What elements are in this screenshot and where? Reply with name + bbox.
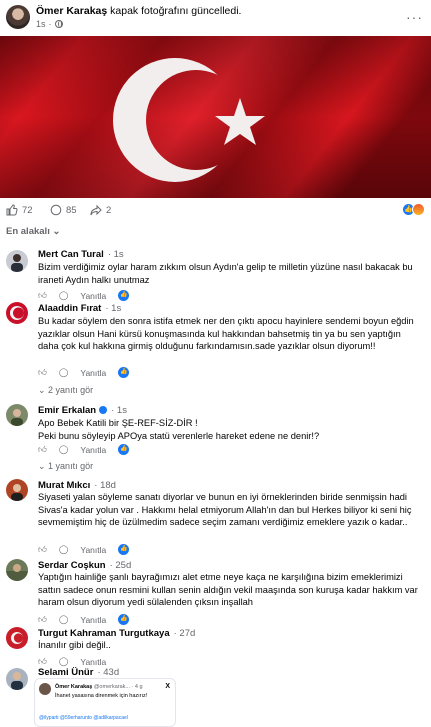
angry-reaction-icon — [412, 203, 425, 216]
like-icon[interactable]: 👍︎ — [38, 614, 47, 625]
post-time[interactable]: 1s — [36, 19, 46, 29]
author-avatar[interactable] — [6, 5, 30, 29]
like-icon[interactable]: 👍︎ — [38, 290, 47, 301]
like-count[interactable]: 72 — [6, 204, 33, 216]
comment-image-attachment[interactable]: Ömer Karakaş @omerkarak... · 4 g X İhane… — [34, 678, 176, 727]
commenter-avatar[interactable] — [6, 627, 28, 649]
comment-actions: 👍︎ ◯ Yanıtla 👍 — [38, 614, 130, 625]
commenter-name[interactable]: Mert Can Tural · 1s — [38, 249, 124, 260]
x-logo-icon: X — [165, 683, 170, 690]
verified-badge-icon — [99, 406, 108, 414]
like-icon[interactable]: 👍︎ — [38, 444, 47, 455]
embed-avatar — [39, 683, 51, 695]
view-replies-link[interactable]: ⌄ 1 yanıtı gör — [38, 461, 93, 472]
commenter-name[interactable]: Turgut Kahraman Turgutkaya · 27d — [38, 628, 195, 639]
embed-text: İhanet yasasına direnmek için hazırız! — [55, 693, 148, 699]
commenter-name[interactable]: Serdar Coşkun · 25d — [38, 560, 131, 571]
comment-icon[interactable]: ◯ — [59, 444, 69, 455]
reply-button[interactable]: Yanıtla — [80, 545, 106, 555]
turkish-flag-image — [0, 36, 431, 198]
comment-icon[interactable]: ◯ — [59, 367, 69, 378]
like-count-value: 72 — [22, 204, 33, 216]
commenter-avatar[interactable] — [6, 302, 28, 324]
comment-text: Yaptığın hainliğe şanlı bayrağımızı alet… — [38, 572, 418, 607]
more-options-button[interactable]: ··· — [406, 9, 423, 25]
embed-author: Ömer Karakaş @omerkarak... · 4 g — [55, 684, 143, 690]
like-icon[interactable]: 👍︎ — [38, 367, 47, 378]
view-replies-link[interactable]: ⌄ 2 yanıtı gör — [38, 385, 93, 396]
comment-text: İnanılır gibi değil.. — [38, 640, 111, 650]
reaction-emojis[interactable]: 👍 — [402, 203, 425, 216]
comment-icon[interactable]: ◯ — [59, 614, 69, 625]
like-reaction-icon[interactable]: 👍 — [118, 614, 130, 625]
like-icon[interactable]: 👍︎ — [38, 544, 47, 555]
like-reaction-icon[interactable]: 👍 — [118, 544, 130, 555]
like-reaction-icon[interactable]: 👍 — [118, 444, 130, 455]
commenter-name[interactable]: Selami Ünür · 43d — [38, 667, 119, 678]
commenter-avatar[interactable] — [6, 479, 28, 501]
thumbs-up-icon — [6, 204, 18, 216]
commenter-name[interactable]: Emir Erkalan · 1s — [38, 405, 127, 416]
reply-button[interactable]: Yanıtla — [80, 445, 106, 455]
reply-button[interactable]: Yanıtla — [80, 615, 106, 625]
like-icon[interactable]: 👍︎ — [38, 656, 47, 667]
comment-sort-dropdown[interactable]: En alakalı ⌄ — [6, 226, 60, 237]
comment-actions: 👍︎ ◯ Yanıtla — [38, 656, 106, 667]
embed-tags: @ilyparti @59erharunto @adilkarpacael — [39, 715, 128, 721]
comment-count-value: 85 — [66, 204, 77, 216]
post-action-text: kapak fotoğrafını güncelledi. — [110, 5, 242, 17]
commenter-avatar[interactable] — [6, 668, 28, 690]
reply-button[interactable]: Yanıtla — [80, 368, 106, 378]
share-icon — [90, 204, 102, 216]
commenter-avatar[interactable] — [6, 250, 28, 272]
cover-photo[interactable] — [0, 36, 431, 198]
chevron-down-icon: ⌄ — [52, 226, 61, 237]
sort-label: En alakalı — [6, 226, 50, 237]
comment-icon — [50, 204, 62, 216]
reply-button[interactable]: Yanıtla — [80, 657, 106, 667]
like-reaction-icon[interactable]: 👍 — [118, 290, 130, 301]
comment-count[interactable]: 85 — [50, 204, 77, 216]
commenter-avatar[interactable] — [6, 404, 28, 426]
author-name[interactable]: Ömer Karakaş — [36, 5, 107, 17]
comment-icon[interactable]: ◯ — [59, 656, 69, 667]
comment-text: Apo Bebek Katili bir ŞE-REF-SİZ-DİR ! Pe… — [38, 418, 320, 441]
share-count[interactable]: 2 — [90, 204, 111, 216]
share-count-value: 2 — [106, 204, 112, 216]
reactions-bar: 72 85 2 👍 — [0, 198, 431, 224]
comment-text: Siyaseti yalan söyleme sanatı diyorlar v… — [38, 492, 412, 527]
comment-actions: 👍︎ ◯ Yanıtla 👍 — [38, 367, 130, 378]
post-author-line: Ömer Karakaş kapak fotoğrafını güncelled… — [36, 5, 241, 17]
commenter-avatar[interactable] — [6, 559, 28, 581]
post-header: Ömer Karakaş kapak fotoğrafını güncelled… — [0, 0, 431, 36]
reply-button[interactable]: Yanıtla — [80, 291, 106, 301]
comment-text: Bu kadar söylem den sonra istifa etmek n… — [38, 316, 414, 351]
comment-icon[interactable]: ◯ — [59, 544, 69, 555]
comment-icon[interactable]: ◯ — [59, 290, 69, 301]
commenter-name[interactable]: Alaaddin Fırat · 1s — [38, 303, 121, 314]
commenter-name[interactable]: Murat Mıkcı · 18d — [38, 480, 116, 491]
comment-actions: 👍︎ ◯ Yanıtla 👍 — [38, 444, 130, 455]
comment-text: Bizim verdiğimiz oylar haram zıkkım olsu… — [38, 262, 413, 285]
comment-actions: 👍︎ ◯ Yanıtla 👍 — [38, 544, 130, 555]
like-reaction-icon[interactable]: 👍 — [118, 367, 130, 378]
comment-actions: 👍︎ ◯ Yanıtla 👍 — [38, 290, 130, 301]
globe-icon — [54, 20, 63, 28]
post-meta: 1s · — [36, 19, 63, 29]
